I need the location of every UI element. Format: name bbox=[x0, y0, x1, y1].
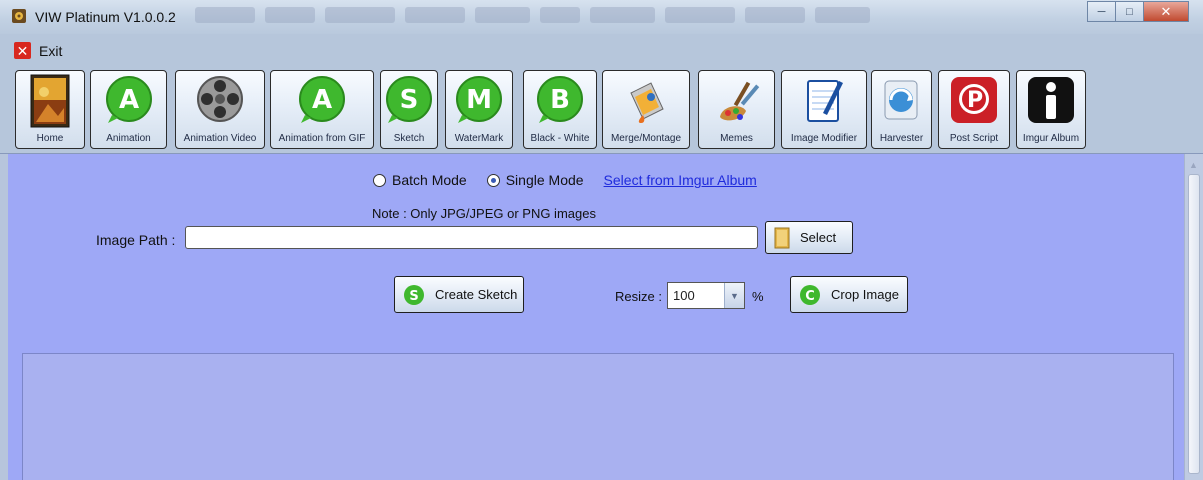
animation-from-gif-button[interactable]: A Animation from GIF bbox=[270, 70, 374, 149]
menu-bar: ✕ Exit bbox=[0, 34, 1203, 68]
folder-icon bbox=[774, 227, 790, 248]
single-mode-radio[interactable] bbox=[486, 173, 500, 187]
animation-button[interactable]: A Animation bbox=[90, 70, 167, 149]
image-preview-area bbox=[22, 353, 1174, 480]
minimize-button[interactable]: ─ bbox=[1087, 1, 1115, 22]
title-bar: VIW Platinum V1.0.0.2 ─ □ ✕ bbox=[0, 0, 1203, 35]
crop-image-label: Crop Image bbox=[831, 287, 899, 302]
toolbar-label: Animation bbox=[106, 133, 151, 144]
crop-image-button[interactable]: C Crop Image bbox=[790, 276, 908, 313]
format-note: Note : Only JPG/JPEG or PNG images bbox=[372, 206, 596, 221]
select-label: Select bbox=[800, 230, 837, 245]
mode-selector: Batch Mode Single Mode Select from Imgur… bbox=[373, 172, 757, 188]
exit-menu-item[interactable]: ✕ Exit bbox=[14, 42, 62, 59]
toolbar-label: Animation from GIF bbox=[278, 133, 366, 144]
green-a-icon: A bbox=[299, 76, 345, 123]
image-path-label: Image Path : bbox=[96, 232, 176, 248]
green-b-icon: B bbox=[537, 76, 583, 123]
svg-text:B: B bbox=[550, 85, 570, 115]
window-left-edge bbox=[0, 154, 8, 480]
toolbar-label: WaterMark bbox=[454, 133, 504, 144]
watermark-button[interactable]: M WaterMark bbox=[445, 70, 513, 149]
toolbar-label: Home bbox=[36, 133, 64, 144]
select-button[interactable]: Select bbox=[765, 221, 853, 254]
window-controls: ─ □ ✕ bbox=[1087, 1, 1189, 22]
batch-mode-label[interactable]: Batch Mode bbox=[392, 172, 467, 188]
green-c-icon: C bbox=[800, 284, 820, 305]
green-s-icon: S bbox=[404, 284, 424, 305]
vertical-scrollbar[interactable]: ▲ bbox=[1184, 154, 1203, 480]
svg-text:A: A bbox=[312, 85, 332, 115]
scroll-thumb[interactable] bbox=[1188, 174, 1200, 474]
notepad-pen-icon bbox=[807, 80, 843, 122]
post-script-button[interactable]: P Post Script bbox=[938, 70, 1010, 149]
svg-text:M: M bbox=[466, 85, 492, 115]
imgur-album-button[interactable]: Imgur Album bbox=[1016, 70, 1086, 149]
pinterest-icon: P bbox=[951, 77, 997, 123]
resize-combobox[interactable]: 100 ▼ bbox=[667, 282, 745, 309]
green-s-icon: S bbox=[386, 76, 432, 123]
home-image-icon bbox=[30, 74, 70, 128]
single-mode-label[interactable]: Single Mode bbox=[506, 172, 584, 188]
close-icon: ✕ bbox=[14, 42, 31, 59]
toolbar: Home A Animation Animation Video A Anima… bbox=[0, 68, 1203, 154]
maximize-button[interactable]: □ bbox=[1115, 1, 1143, 22]
image-path-input[interactable] bbox=[185, 226, 758, 249]
animation-video-button[interactable]: Animation Video bbox=[175, 70, 265, 149]
percent-label: % bbox=[752, 289, 764, 304]
film-reel-icon bbox=[12, 9, 26, 23]
window-title: VIW Platinum V1.0.0.2 bbox=[35, 9, 176, 25]
svg-text:A: A bbox=[118, 85, 138, 115]
resize-value[interactable]: 100 bbox=[668, 283, 724, 308]
svg-text:S: S bbox=[400, 85, 419, 115]
exit-label: Exit bbox=[39, 42, 63, 59]
toolbar-label: Memes bbox=[720, 133, 753, 144]
close-button[interactable]: ✕ bbox=[1143, 1, 1189, 22]
info-i-icon bbox=[1028, 77, 1074, 123]
green-m-icon: M bbox=[456, 76, 502, 123]
svg-text:S: S bbox=[409, 289, 418, 304]
svg-text:C: C bbox=[805, 289, 815, 304]
home-button[interactable]: Home bbox=[15, 70, 85, 149]
create-sketch-button[interactable]: S Create Sketch bbox=[394, 276, 524, 313]
create-sketch-label: Create Sketch bbox=[435, 287, 518, 302]
scroll-up-icon[interactable]: ▲ bbox=[1189, 160, 1198, 170]
background-taskbar bbox=[195, 7, 1075, 25]
imgur-album-link[interactable]: Select from Imgur Album bbox=[604, 172, 757, 188]
toolbar-label: Black - White bbox=[530, 133, 590, 144]
toolbar-label: Imgur Album bbox=[1022, 133, 1080, 144]
batch-mode-radio[interactable] bbox=[373, 173, 386, 187]
svg-text:P: P bbox=[967, 88, 983, 113]
toolbar-label: Harvester bbox=[879, 133, 924, 144]
toolbar-label: Image Modifier bbox=[790, 133, 858, 144]
globe-refresh-icon bbox=[884, 80, 917, 120]
resize-label: Resize : bbox=[615, 289, 662, 304]
sketch-button[interactable]: S Sketch bbox=[380, 70, 438, 149]
paint-brushes-icon bbox=[719, 81, 759, 121]
image-modifier-button[interactable]: Image Modifier bbox=[781, 70, 867, 149]
chevron-down-icon[interactable]: ▼ bbox=[724, 283, 744, 308]
black-white-button[interactable]: B Black - White bbox=[523, 70, 597, 149]
green-a-icon: A bbox=[105, 76, 152, 123]
paint-bucket-icon bbox=[630, 82, 664, 123]
toolbar-label: Sketch bbox=[393, 133, 425, 144]
toolbar-label: Post Script bbox=[949, 133, 999, 144]
toolbar-label: Animation Video bbox=[183, 133, 257, 144]
merge-montage-button[interactable]: Merge/Montage bbox=[602, 70, 690, 149]
harvester-button[interactable]: Harvester bbox=[871, 70, 932, 149]
memes-button[interactable]: Memes bbox=[698, 70, 775, 149]
film-reel-icon bbox=[197, 76, 243, 122]
toolbar-label: Merge/Montage bbox=[610, 133, 682, 144]
